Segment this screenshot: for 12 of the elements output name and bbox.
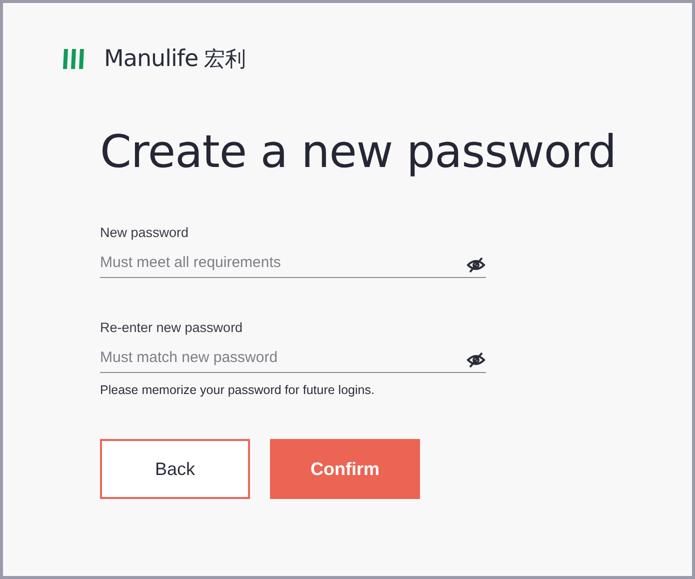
- page-title: Create a new password: [100, 129, 618, 174]
- hint-text: Please memorize your password for future logins.: [100, 383, 374, 397]
- logo-icon: [62, 47, 86, 71]
- password-field[interactable]: Must match new password: [100, 349, 466, 370]
- back-button[interactable]: Back: [100, 439, 250, 499]
- field-label: Re-enter new password: [100, 320, 243, 335]
- hide-password-icon[interactable]: [466, 352, 486, 368]
- hide-password-icon[interactable]: [466, 256, 486, 272]
- brand-name: Manulife: [104, 46, 198, 72]
- password-field[interactable]: Must meet all requirements: [100, 254, 466, 275]
- brand-chinese-name: 宏利: [204, 46, 246, 73]
- field-label: New password: [100, 225, 189, 240]
